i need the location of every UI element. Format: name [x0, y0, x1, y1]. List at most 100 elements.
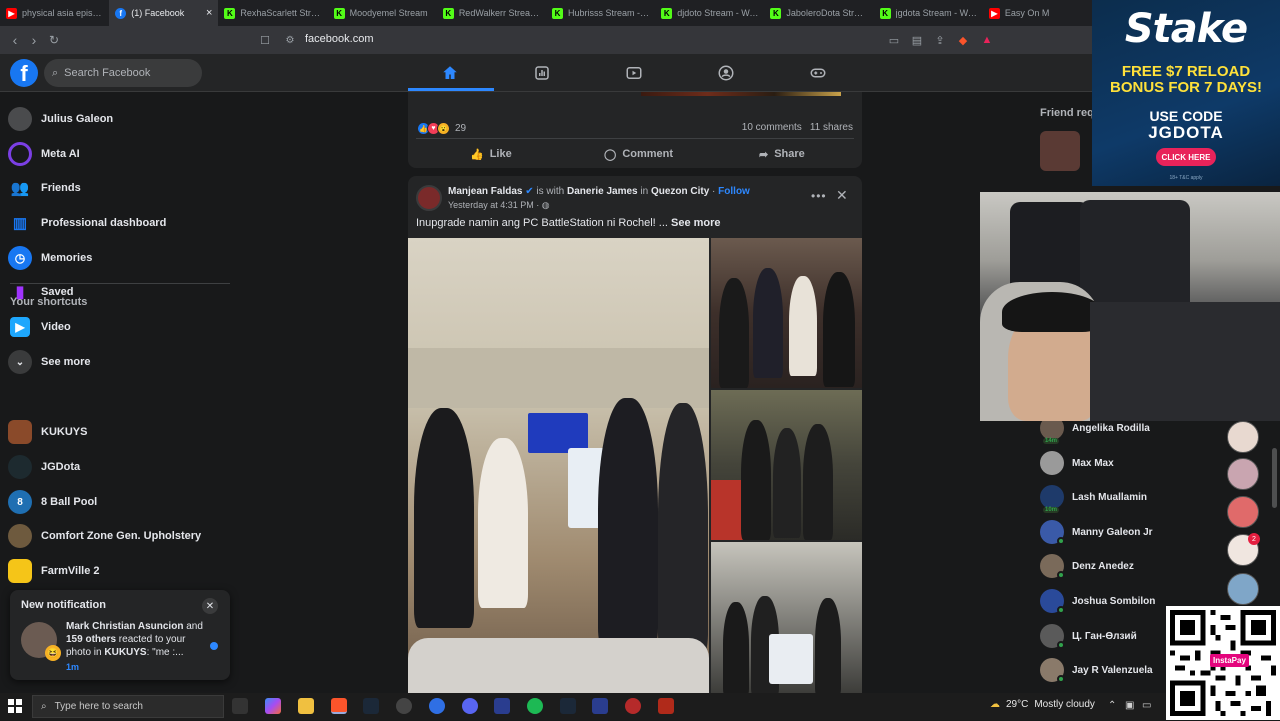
forward-icon[interactable]: › — [24, 30, 44, 50]
brave-browser-icon[interactable] — [331, 698, 347, 714]
shortcut-item[interactable]: KUKUYS — [8, 415, 230, 449]
contact-item[interactable]: Jay R Valenzuela — [1040, 655, 1153, 685]
post-photo[interactable] — [408, 238, 709, 696]
nav-dashboard[interactable] — [500, 58, 584, 88]
contact-item[interactable]: Manny Galeon Jr — [1040, 517, 1153, 547]
avatar[interactable] — [416, 185, 442, 211]
browser-tab-active[interactable]: f (1) Facebook × — [109, 0, 219, 26]
post-photo[interactable] — [711, 390, 862, 540]
copilot-icon[interactable] — [265, 698, 281, 714]
shortcut-item[interactable]: 88 Ball Pool — [8, 485, 230, 519]
browser-tab[interactable]: K RexhaScarlett Stream — [218, 0, 327, 26]
app-icon[interactable] — [592, 698, 608, 714]
share-button[interactable]: ➦ Share — [759, 144, 805, 164]
tray-app-icon[interactable]: ▣ — [1125, 700, 1134, 711]
windows-taskbar: ⌕ Type here to search ☁ 29°C Mostly clou… — [0, 693, 1166, 720]
site-info-icon[interactable]: ⚙ — [280, 30, 300, 50]
see-more-link[interactable]: See more — [671, 217, 721, 229]
share-icon[interactable]: ⇪ — [932, 32, 948, 48]
chat-head-bubble[interactable] — [1227, 496, 1259, 528]
post-photo[interactable] — [711, 542, 862, 696]
contact-item[interactable]: Joshua Sombilon — [1040, 586, 1155, 616]
address-bar[interactable]: facebook.com — [305, 33, 373, 45]
author-link[interactable]: Manjean Faldas — [448, 186, 522, 197]
friend-request-avatar[interactable] — [1040, 131, 1080, 171]
taskbar-search-input[interactable]: ⌕ Type here to search — [32, 695, 224, 718]
browser-tab[interactable]: Kjgdota Stream - Watch — [874, 0, 983, 26]
scrollbar-thumb[interactable] — [1272, 448, 1277, 508]
cast-icon[interactable]: ▭ — [886, 32, 902, 48]
nav-home[interactable] — [408, 58, 492, 88]
obs-icon[interactable] — [396, 698, 412, 714]
reload-icon[interactable]: ↻ — [44, 30, 64, 50]
shares-count[interactable]: 11 shares — [810, 122, 853, 133]
chat-head-bubble[interactable] — [1227, 573, 1259, 605]
shortcut-item[interactable]: Comfort Zone Gen. Upholstery — [8, 519, 230, 553]
sidebar-item-memories[interactable]: ◷ Memories — [8, 241, 230, 275]
network-icon[interactable]: ▭ — [1142, 700, 1151, 711]
app-icon[interactable] — [625, 698, 641, 714]
discord-icon[interactable] — [462, 698, 478, 714]
windows-start-icon[interactable] — [8, 699, 22, 713]
chevron-up-icon[interactable]: ⌃ — [1108, 700, 1116, 711]
like-button[interactable]: 👍 Like — [470, 144, 512, 164]
search-input[interactable]: ⌕ Search Facebook — [44, 59, 202, 87]
app-icon[interactable] — [429, 698, 445, 714]
browser-tab[interactable]: K JaboleroDota Stream — [764, 0, 873, 26]
post-photo[interactable] — [711, 238, 862, 388]
shortcut-item[interactable]: JGDota — [8, 450, 230, 484]
shortcut-item[interactable]: FarmVille 2 — [8, 554, 230, 588]
contact-item[interactable]: Max Max — [1040, 448, 1114, 478]
contact-item[interactable]: Denz Anedez — [1040, 551, 1134, 581]
facebook-logo[interactable]: f — [10, 59, 38, 87]
reaction-summary[interactable]: 👍 ♥ 😮 29 — [417, 122, 466, 135]
contact-item[interactable]: Ц. Ган-Өлзий — [1040, 621, 1137, 651]
close-icon[interactable]: ✕ — [836, 187, 848, 204]
spotify-icon[interactable] — [527, 698, 543, 714]
sidebar-item-video[interactable]: ▶ Video — [8, 310, 230, 344]
app-icon[interactable] — [494, 698, 510, 714]
photo-person — [414, 408, 474, 628]
chat-head-bubble[interactable] — [1227, 458, 1259, 490]
dota-icon[interactable] — [658, 698, 674, 714]
location-link[interactable]: Quezon City — [651, 186, 709, 197]
sidebar-item-friends[interactable]: 👥 Friends — [8, 171, 230, 205]
browser-tab[interactable]: K Moodyemel Stream — [328, 0, 437, 26]
browser-tab[interactable]: KHubrisss Stream - Wate — [546, 0, 655, 26]
browser-tab-strip: ▶ physical asia episode f (1) Facebook × KR… — [0, 0, 1092, 26]
sidebar-see-more[interactable]: ⌄ See more — [8, 345, 230, 379]
close-icon[interactable]: ✕ — [202, 598, 218, 614]
follow-link[interactable]: Follow — [718, 186, 750, 197]
weather-widget[interactable]: ☁ 29°C Mostly cloudy — [990, 699, 1095, 710]
task-view-icon[interactable] — [232, 698, 248, 714]
reader-icon[interactable]: ▤ — [909, 32, 925, 48]
steam-icon[interactable] — [363, 698, 379, 714]
nav-video[interactable] — [592, 58, 676, 88]
brave-shield-icon[interactable]: ◆ — [955, 32, 971, 48]
browser-tab[interactable]: ▶ physical asia episode — [0, 0, 109, 26]
steam-icon[interactable] — [560, 698, 576, 714]
comments-count[interactable]: 10 comments — [742, 122, 802, 133]
online-dot — [1057, 675, 1065, 683]
back-icon[interactable]: ‹ — [5, 30, 25, 50]
online-dot — [1057, 537, 1065, 545]
chat-head-bubble[interactable]: 2 — [1227, 533, 1260, 566]
comment-button[interactable]: ◯ Comment — [604, 144, 673, 164]
nav-groups[interactable] — [684, 58, 768, 88]
file-explorer-icon[interactable] — [298, 698, 314, 714]
browser-tab[interactable]: ▶ Easy On M — [983, 0, 1092, 26]
sidebar-item-dashboard[interactable]: ▥ Professional dashboard — [8, 206, 230, 240]
close-tab-icon[interactable]: × — [206, 7, 212, 19]
browser-tab[interactable]: KRedWalkerr Stream - W — [437, 0, 546, 26]
notification-toast[interactable]: New notification ✕ 😆 Mark Christian Asun… — [10, 590, 230, 680]
chat-head-bubble[interactable] — [1227, 421, 1259, 453]
sidebar-item-meta-ai[interactable]: Meta AI — [8, 137, 230, 171]
browser-tab[interactable]: Kdjdoto Stream - Watch — [655, 0, 764, 26]
nav-gaming[interactable] — [776, 58, 860, 88]
more-options-icon[interactable]: ••• — [811, 189, 827, 203]
tagged-link[interactable]: Danerie James — [567, 186, 638, 197]
contact-item[interactable]: 10m Lash Muallamin — [1040, 482, 1147, 513]
brave-rewards-icon[interactable]: ▲ — [979, 32, 995, 48]
sidebar-item-profile[interactable]: Julius Galeon — [8, 102, 230, 136]
bookmark-icon[interactable]: ☐ — [255, 30, 275, 50]
